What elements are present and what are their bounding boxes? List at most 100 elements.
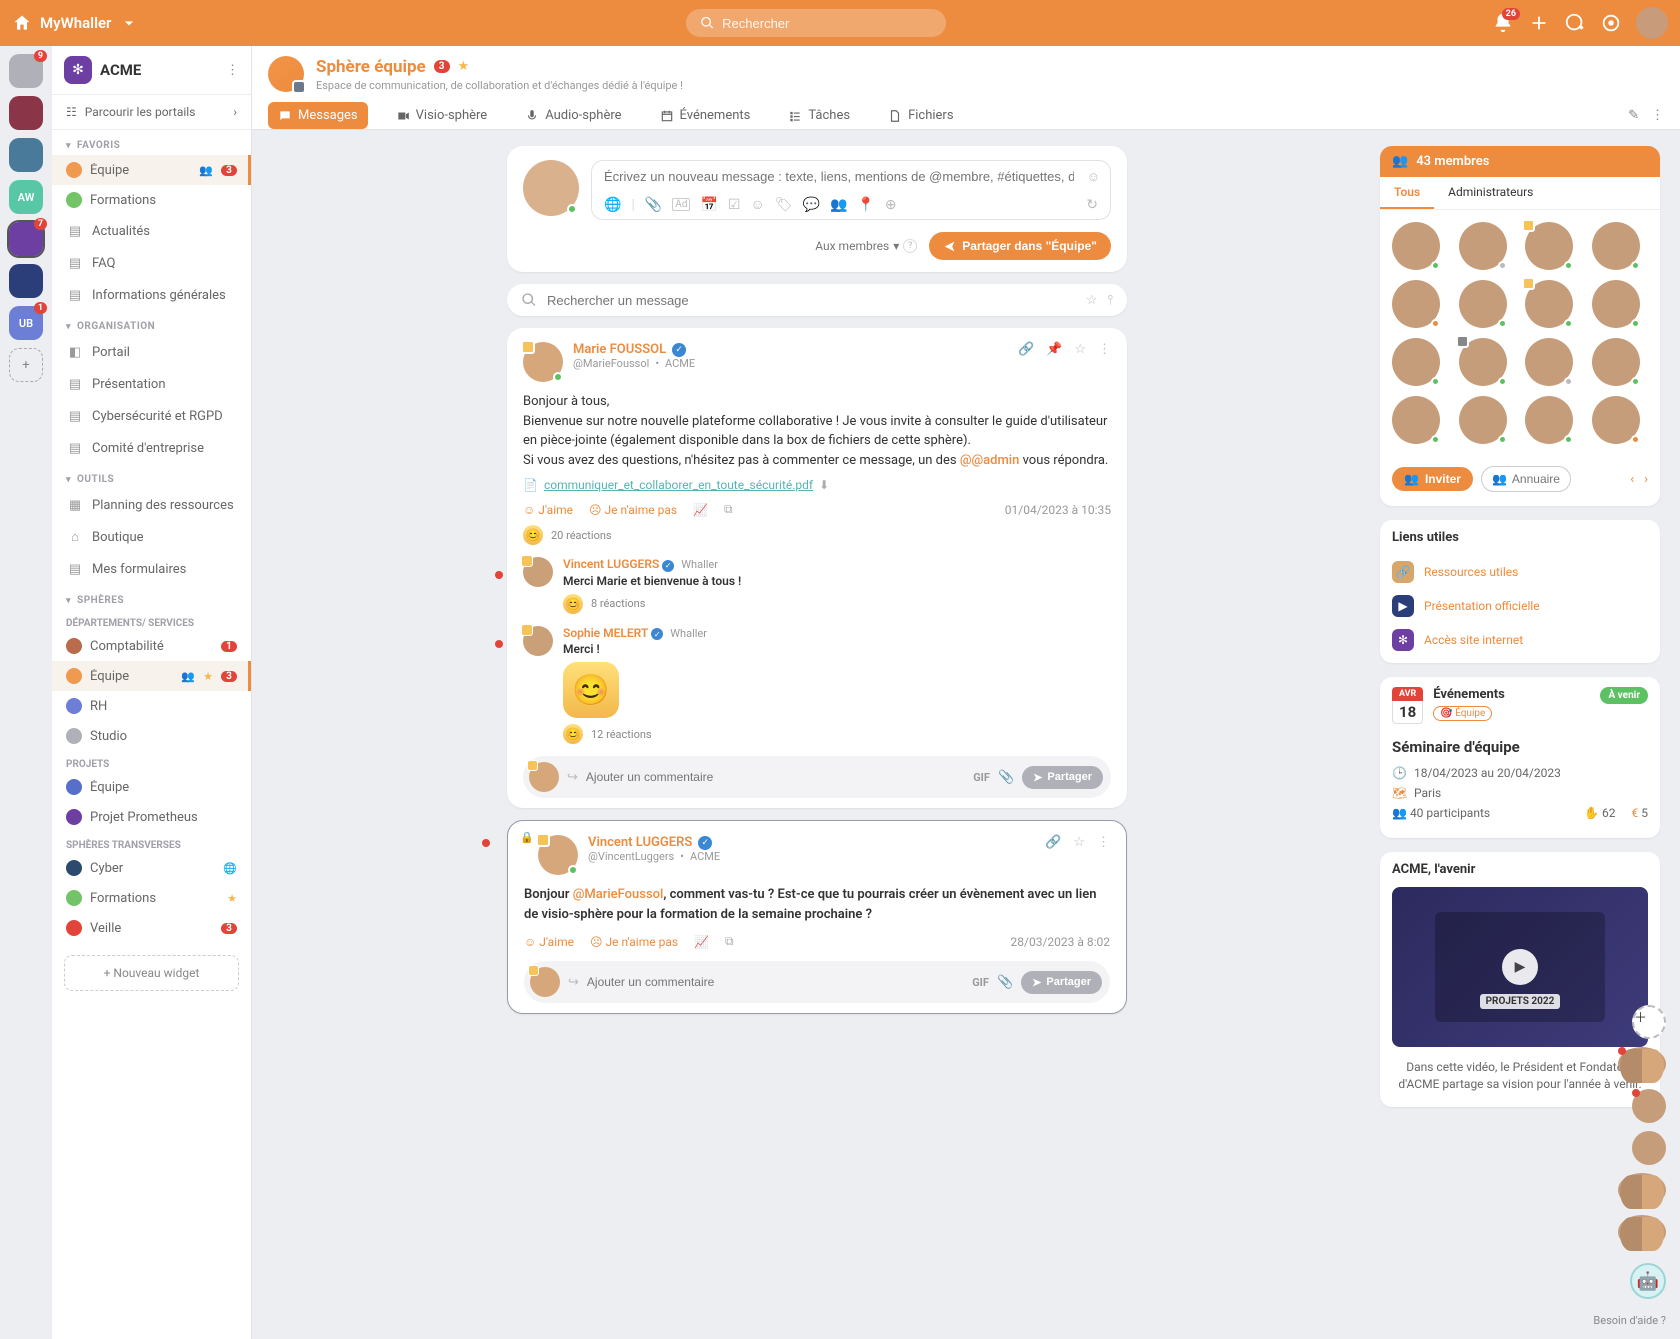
sidebar-item-presentation[interactable]: ▤Présentation <box>52 368 251 400</box>
reply-author[interactable]: Sophie MELERT <box>563 626 648 640</box>
mention[interactable]: @MarieFoussol <box>573 887 664 902</box>
star-icon[interactable]: ★ <box>458 59 470 74</box>
comment-input[interactable] <box>586 770 965 784</box>
tab-visio[interactable]: Visio-sphère <box>386 102 498 129</box>
invite-button[interactable]: 👥 Inviter <box>1392 467 1473 491</box>
globe-icon[interactable]: 🌐 <box>604 197 621 213</box>
member-avatar[interactable] <box>1392 396 1440 444</box>
tab-files[interactable]: Fichiers <box>878 102 963 129</box>
comment-share-button[interactable]: ➤ Partager <box>1022 766 1103 789</box>
ad-icon[interactable]: Ad <box>672 198 690 211</box>
sidebar-item-forms[interactable]: ▤Mes formulaires <box>52 553 251 585</box>
chart-icon[interactable]: 📈 <box>694 935 709 949</box>
member-avatar[interactable] <box>1592 222 1640 270</box>
link-icon[interactable]: 🔗 <box>1045 835 1061 875</box>
share-button[interactable]: Partager dans "Équipe" <box>929 232 1111 260</box>
sidebar-item-prometheus[interactable]: Projet Prometheus <box>52 802 251 832</box>
star-icon[interactable]: ☆ <box>1074 342 1086 382</box>
refresh-icon[interactable]: ↻ <box>1086 197 1098 213</box>
member-avatar[interactable] <box>1459 396 1507 444</box>
filter-icon[interactable]: ⫯ <box>1107 293 1113 308</box>
float-chat-pair[interactable] <box>1618 1173 1666 1207</box>
link-item[interactable]: ✻Accès site internet <box>1380 623 1660 663</box>
sidebar-item-compta[interactable]: Comptabilité1 <box>52 631 251 661</box>
calendar-icon[interactable]: 📅 <box>700 197 717 213</box>
global-search-input[interactable] <box>722 16 932 31</box>
tab-messages[interactable]: Messages <box>268 102 368 129</box>
member-avatar[interactable] <box>1592 280 1640 328</box>
dislike-button[interactable]: ☹ Je n'aime pas <box>589 503 677 517</box>
pin-icon[interactable]: 📌 <box>1046 342 1062 382</box>
post-more[interactable]: ⋮ <box>1097 835 1110 875</box>
sidebar-item-studio[interactable]: Studio <box>52 721 251 751</box>
sidebar-item-portail[interactable]: ◧Portail <box>52 336 251 368</box>
help-link[interactable]: Besoin d'aide ? <box>1593 1314 1666 1327</box>
directory-button[interactable]: 👥 Annuaire <box>1481 466 1571 492</box>
comment-share-button[interactable]: ➤ Partager <box>1021 971 1102 994</box>
emoji-icon[interactable]: ☺ <box>1087 169 1100 185</box>
workspace-more[interactable]: ⋮ <box>226 63 239 78</box>
new-widget-button[interactable]: + Nouveau widget <box>64 955 239 991</box>
member-avatar[interactable] <box>1525 280 1573 328</box>
attach-icon[interactable]: 📎 <box>645 197 662 213</box>
settings-button[interactable] <box>1600 12 1622 34</box>
global-search[interactable] <box>686 9 946 37</box>
float-chat-pair[interactable] <box>1618 1215 1666 1249</box>
prev-icon[interactable]: ‹ <box>1630 472 1634 487</box>
post-author[interactable]: Marie FOUSSOL <box>573 342 666 357</box>
float-chat-pair[interactable] <box>1618 1047 1666 1081</box>
chat-icon[interactable]: 💬 <box>803 197 820 213</box>
rail-item[interactable]: 7 <box>9 222 43 256</box>
sidebar-item-cyber2[interactable]: Cyber🌐 <box>52 853 251 883</box>
attach-icon[interactable]: 📎 <box>997 975 1013 990</box>
sidebar-item-comite[interactable]: ▤Comité d'entreprise <box>52 432 251 464</box>
rail-item[interactable]: 9 <box>9 54 43 88</box>
mention[interactable]: @@admin <box>960 453 1020 468</box>
member-avatar[interactable] <box>1592 338 1640 386</box>
smile-icon[interactable]: ☺ <box>750 196 764 213</box>
audience-selector[interactable]: Aux membres ▾ ? <box>815 239 917 253</box>
download-icon[interactable]: ⬇ <box>819 478 829 492</box>
member-avatar[interactable] <box>1392 280 1440 328</box>
tab-events[interactable]: Événements <box>650 102 761 129</box>
next-icon[interactable]: › <box>1644 472 1648 487</box>
user-avatar[interactable] <box>1636 7 1668 39</box>
member-avatar[interactable] <box>1525 338 1573 386</box>
sidebar-item-equipe3[interactable]: Équipe <box>52 772 251 802</box>
gif-button[interactable]: GIF <box>973 771 990 784</box>
like-button[interactable]: ☺ J'aime <box>524 935 574 949</box>
sidebar-item-actualites[interactable]: ▤Actualités <box>52 215 251 247</box>
sidebar-item-faq[interactable]: ▤FAQ <box>52 247 251 279</box>
sidebar-item-veille[interactable]: Veille3 <box>52 913 251 943</box>
float-new-chat[interactable]: ＋ <box>1632 1005 1666 1039</box>
link-item[interactable]: ▶Présentation officielle <box>1380 589 1660 623</box>
attachment-name[interactable]: communiquer_et_collaborer_en_toute_sécur… <box>544 478 813 492</box>
post-more[interactable]: ⋮ <box>1098 342 1111 382</box>
sidebar-item-infos[interactable]: ▤Informations générales <box>52 279 251 311</box>
rail-item[interactable] <box>9 96 43 130</box>
link-icon[interactable]: 🔗 <box>1018 342 1034 382</box>
chart-icon[interactable]: 📈 <box>693 503 708 517</box>
add-button[interactable] <box>1528 12 1550 34</box>
message-search-input[interactable] <box>547 293 1076 308</box>
tab-all[interactable]: Tous <box>1380 177 1434 209</box>
dislike-button[interactable]: ☹ Je n'aime pas <box>590 935 678 949</box>
sidebar-item-formations2[interactable]: Formations★ <box>52 883 251 913</box>
member-avatar[interactable] <box>1459 280 1507 328</box>
sidebar-item-equipe2[interactable]: Équipe👥★3 <box>52 661 251 691</box>
like-button[interactable]: ☺ J'aime <box>523 503 573 517</box>
tag-icon[interactable]: 🏷 <box>775 197 793 213</box>
sidebar-item-formations[interactable]: Formations <box>52 185 251 215</box>
people-icon[interactable]: 👥 <box>830 197 847 213</box>
composer-input[interactable] <box>604 169 1074 184</box>
sidebar-item-boutique[interactable]: ⌂Boutique <box>52 521 251 553</box>
task-icon[interactable]: ☑ <box>728 197 741 213</box>
sidebar-item-rh[interactable]: RH <box>52 691 251 721</box>
post-author[interactable]: Vincent LUGGERS <box>588 835 692 850</box>
member-avatar[interactable] <box>1525 396 1573 444</box>
attach-icon[interactable]: 📎 <box>998 770 1014 785</box>
member-avatar[interactable] <box>1459 222 1507 270</box>
event-title[interactable]: Séminaire d'équipe <box>1392 738 1648 756</box>
composer-box[interactable]: ☺ 🌐 | 📎 Ad 📅 ☑ ☺ 🏷 <box>591 160 1111 220</box>
plus-circle-icon[interactable]: ⊕ <box>885 197 897 213</box>
